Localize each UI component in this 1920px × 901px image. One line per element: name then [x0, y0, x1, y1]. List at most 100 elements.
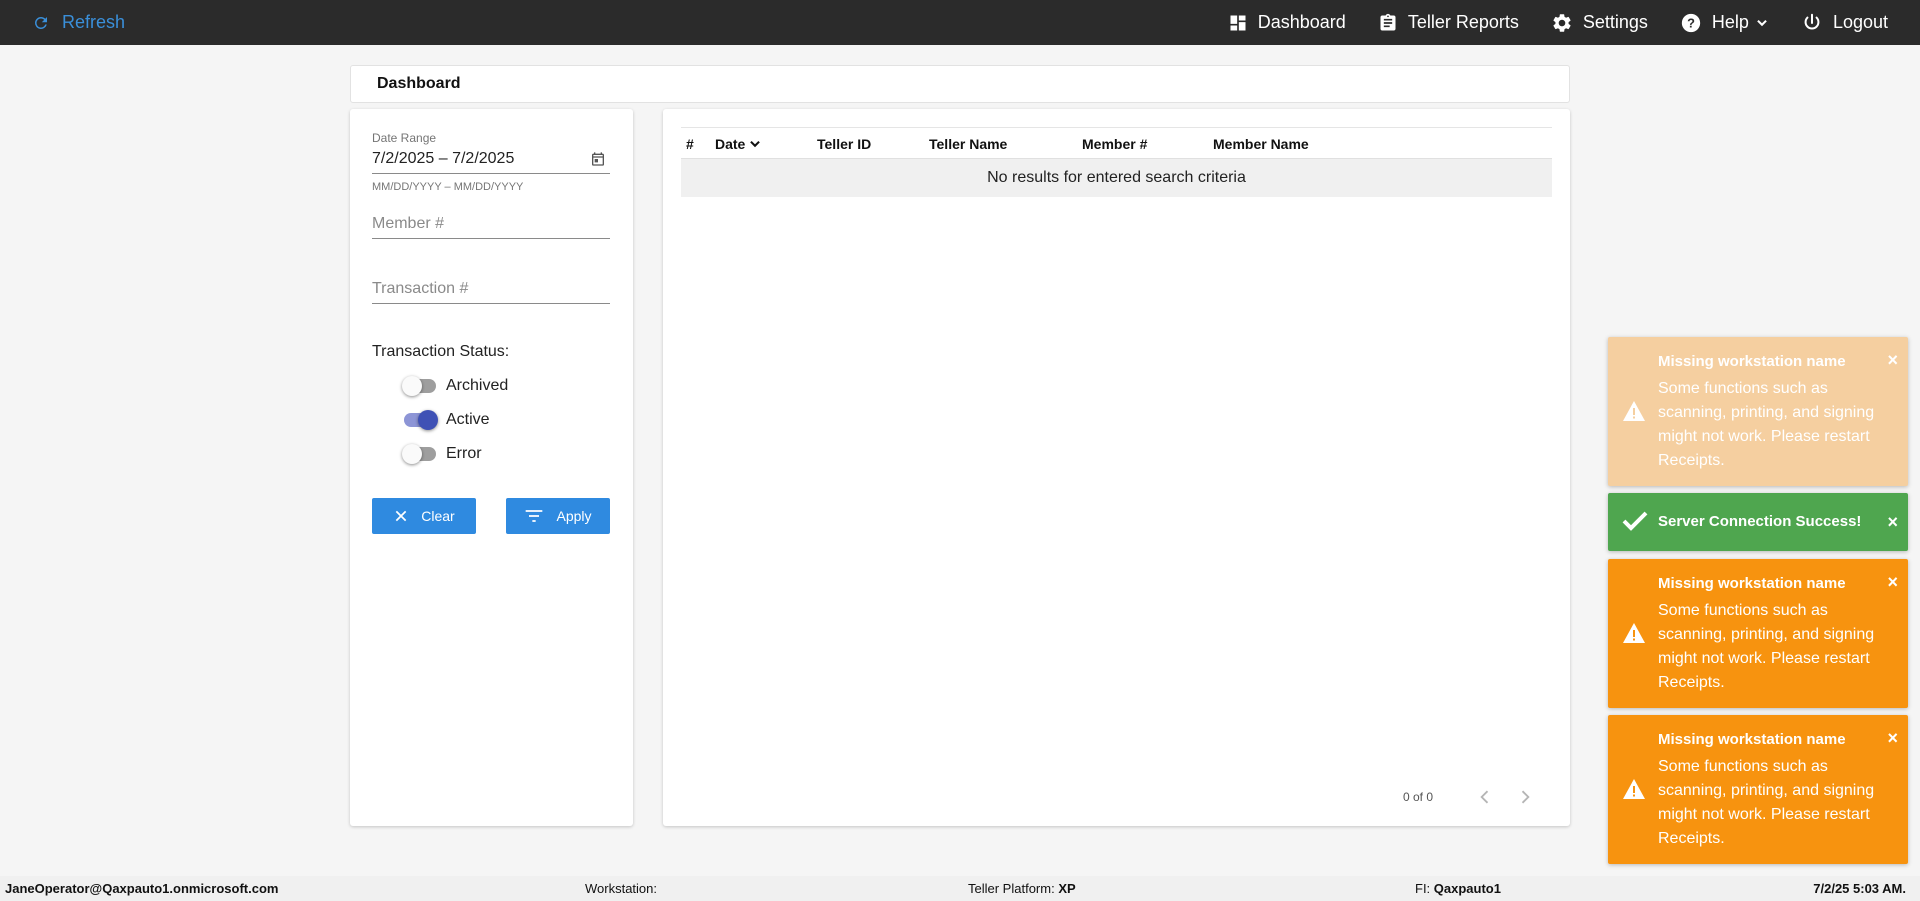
apply-button[interactable]: Apply — [506, 498, 610, 534]
chevron-down-icon — [1757, 19, 1767, 26]
main-nav: Dashboard Teller Reports Settings ? Help… — [1228, 0, 1920, 45]
nav-settings-label: Settings — [1582, 12, 1648, 32]
status-platform-value: XP — [1058, 881, 1076, 896]
filter-panel: Date Range 7/2/2025 – 7/2/2025 MM/DD/YYY… — [350, 109, 633, 826]
toast-warning: Missing workstation name Some functions … — [1608, 715, 1908, 864]
col-teller-id-label: Teller ID — [817, 136, 872, 152]
archived-label: Archived — [446, 377, 509, 394]
nav-help[interactable]: ? Help — [1680, 12, 1769, 34]
toast-body: Some functions such as scanning, printin… — [1658, 380, 1875, 469]
clear-button[interactable]: Clear — [372, 498, 476, 534]
calendar-icon[interactable] — [590, 151, 606, 167]
date-range-field[interactable]: Date Range 7/2/2025 – 7/2/2025 MM/DD/YYY… — [372, 131, 610, 193]
refresh-label: Refresh — [62, 12, 126, 32]
warning-icon — [1623, 623, 1645, 643]
help-icon: ? — [1681, 13, 1701, 32]
toast-close-button[interactable]: × — [1887, 729, 1898, 747]
status-fi-label: FI: — [1415, 881, 1431, 896]
col-member-name[interactable]: Member Name — [1213, 136, 1309, 152]
col-teller-name[interactable]: Teller Name — [929, 136, 1007, 152]
col-number[interactable]: # — [686, 136, 694, 152]
nav-dashboard[interactable]: Dashboard — [1228, 12, 1346, 33]
pager-prev-button[interactable] — [1475, 787, 1495, 812]
status-datetime: 7/2/25 5:03 AM. — [1813, 881, 1906, 896]
col-teller-id[interactable]: Teller ID — [817, 136, 871, 152]
toast-success: Server Connection Success! × — [1608, 493, 1908, 551]
transaction-status-title: Transaction Status: — [372, 343, 510, 360]
status-active-row[interactable]: Active — [402, 410, 490, 430]
results-panel: # Date Teller ID Teller Name Member # Me… — [663, 109, 1570, 826]
nav-help-label: Help — [1711, 12, 1749, 32]
col-number-label: # — [686, 136, 694, 152]
date-range-hint: MM/DD/YYYY – MM/DD/YYYY — [372, 181, 524, 193]
toast-warning: Missing workstation name Some functions … — [1608, 337, 1908, 486]
toast-body: Some functions such as scanning, printin… — [1658, 602, 1875, 691]
pager-next-button[interactable] — [1515, 787, 1535, 812]
col-date[interactable]: Date — [715, 136, 762, 152]
col-member-number-label: Member # — [1082, 136, 1148, 152]
status-platform-label: Teller Platform: — [968, 881, 1055, 896]
filter-icon — [526, 510, 543, 522]
status-user: JaneOperator@Qaxpauto1.onmicrosoft.com — [5, 881, 278, 896]
transaction-number-input[interactable]: Transaction # — [372, 280, 610, 304]
nav-logout-label: Logout — [1832, 12, 1888, 32]
member-number-input[interactable]: Member # — [372, 215, 610, 239]
status-datetime-value: 7/2/25 5:03 AM. — [1813, 881, 1906, 896]
status-fi: FI: Qaxpauto1 — [1415, 881, 1501, 896]
col-member-name-label: Member Name — [1213, 136, 1309, 152]
status-error-row[interactable]: Error — [402, 444, 482, 464]
nav-dashboard-label: Dashboard — [1257, 12, 1346, 32]
nav-teller-reports-label: Teller Reports — [1407, 12, 1519, 32]
chevron-right-icon — [1521, 790, 1530, 804]
toast-close-button[interactable]: × — [1887, 351, 1898, 369]
toast-body: Some functions such as scanning, printin… — [1658, 758, 1875, 847]
warning-icon — [1623, 401, 1645, 421]
empty-state-message: No results for entered search criteria — [681, 159, 1552, 197]
status-workstation: Workstation: — [585, 881, 657, 896]
archived-toggle[interactable] — [402, 376, 438, 396]
toast-title: Missing workstation name — [1658, 575, 1846, 592]
toast-title: Missing workstation name — [1658, 731, 1846, 748]
clear-button-label: Clear — [421, 508, 455, 524]
col-member-number[interactable]: Member # — [1082, 136, 1147, 152]
status-workstation-label: Workstation: — [585, 881, 658, 896]
refresh-button[interactable]: Refresh — [32, 12, 125, 33]
pager-count: 0 of 0 — [1403, 790, 1434, 804]
page-title: Dashboard — [350, 65, 1570, 103]
toast-title: Server Connection Success! — [1658, 513, 1862, 530]
date-range-label: Date Range — [372, 131, 437, 145]
top-navigation-bar: Refresh Dashboard Teller Reports Setting… — [0, 0, 1920, 45]
toast-title: Missing workstation name — [1658, 353, 1846, 370]
gear-icon — [1553, 13, 1571, 32]
error-label: Error — [446, 445, 482, 462]
status-platform: Teller Platform: XP — [968, 881, 1076, 896]
power-icon — [1804, 13, 1820, 29]
nav-settings[interactable]: Settings — [1551, 12, 1648, 34]
warning-icon — [1623, 779, 1645, 799]
date-range-underline — [372, 173, 610, 174]
toast-close-button[interactable]: × — [1887, 513, 1898, 531]
status-fi-value: Qaxpauto1 — [1433, 881, 1501, 896]
status-archived-row[interactable]: Archived — [402, 376, 508, 396]
status-bar: JaneOperator@Qaxpauto1.onmicrosoft.com W… — [0, 876, 1920, 901]
dashboard-icon — [1230, 15, 1246, 30]
chevron-left-icon — [1480, 790, 1489, 804]
error-toggle[interactable] — [402, 444, 438, 464]
nav-logout[interactable]: Logout — [1801, 12, 1888, 34]
clipboard-icon — [1380, 13, 1396, 31]
transaction-number-field[interactable]: Transaction # — [372, 280, 610, 304]
refresh-icon — [34, 16, 47, 29]
active-toggle[interactable] — [402, 410, 438, 430]
toast-close-button[interactable]: × — [1887, 573, 1898, 591]
toast-warning: Missing workstation name Some functions … — [1608, 559, 1908, 708]
col-teller-name-label: Teller Name — [929, 136, 1008, 152]
apply-button-label: Apply — [556, 508, 592, 524]
table-header: # Date Teller ID Teller Name Member # Me… — [681, 127, 1552, 159]
member-number-field[interactable]: Member # — [372, 215, 610, 239]
nav-teller-reports[interactable]: Teller Reports — [1378, 12, 1519, 33]
svg-text:?: ? — [1687, 15, 1695, 30]
check-icon — [1622, 511, 1648, 531]
date-range-value[interactable]: 7/2/2025 – 7/2/2025 — [372, 150, 514, 168]
close-icon — [395, 510, 407, 522]
sort-down-icon — [750, 140, 761, 148]
